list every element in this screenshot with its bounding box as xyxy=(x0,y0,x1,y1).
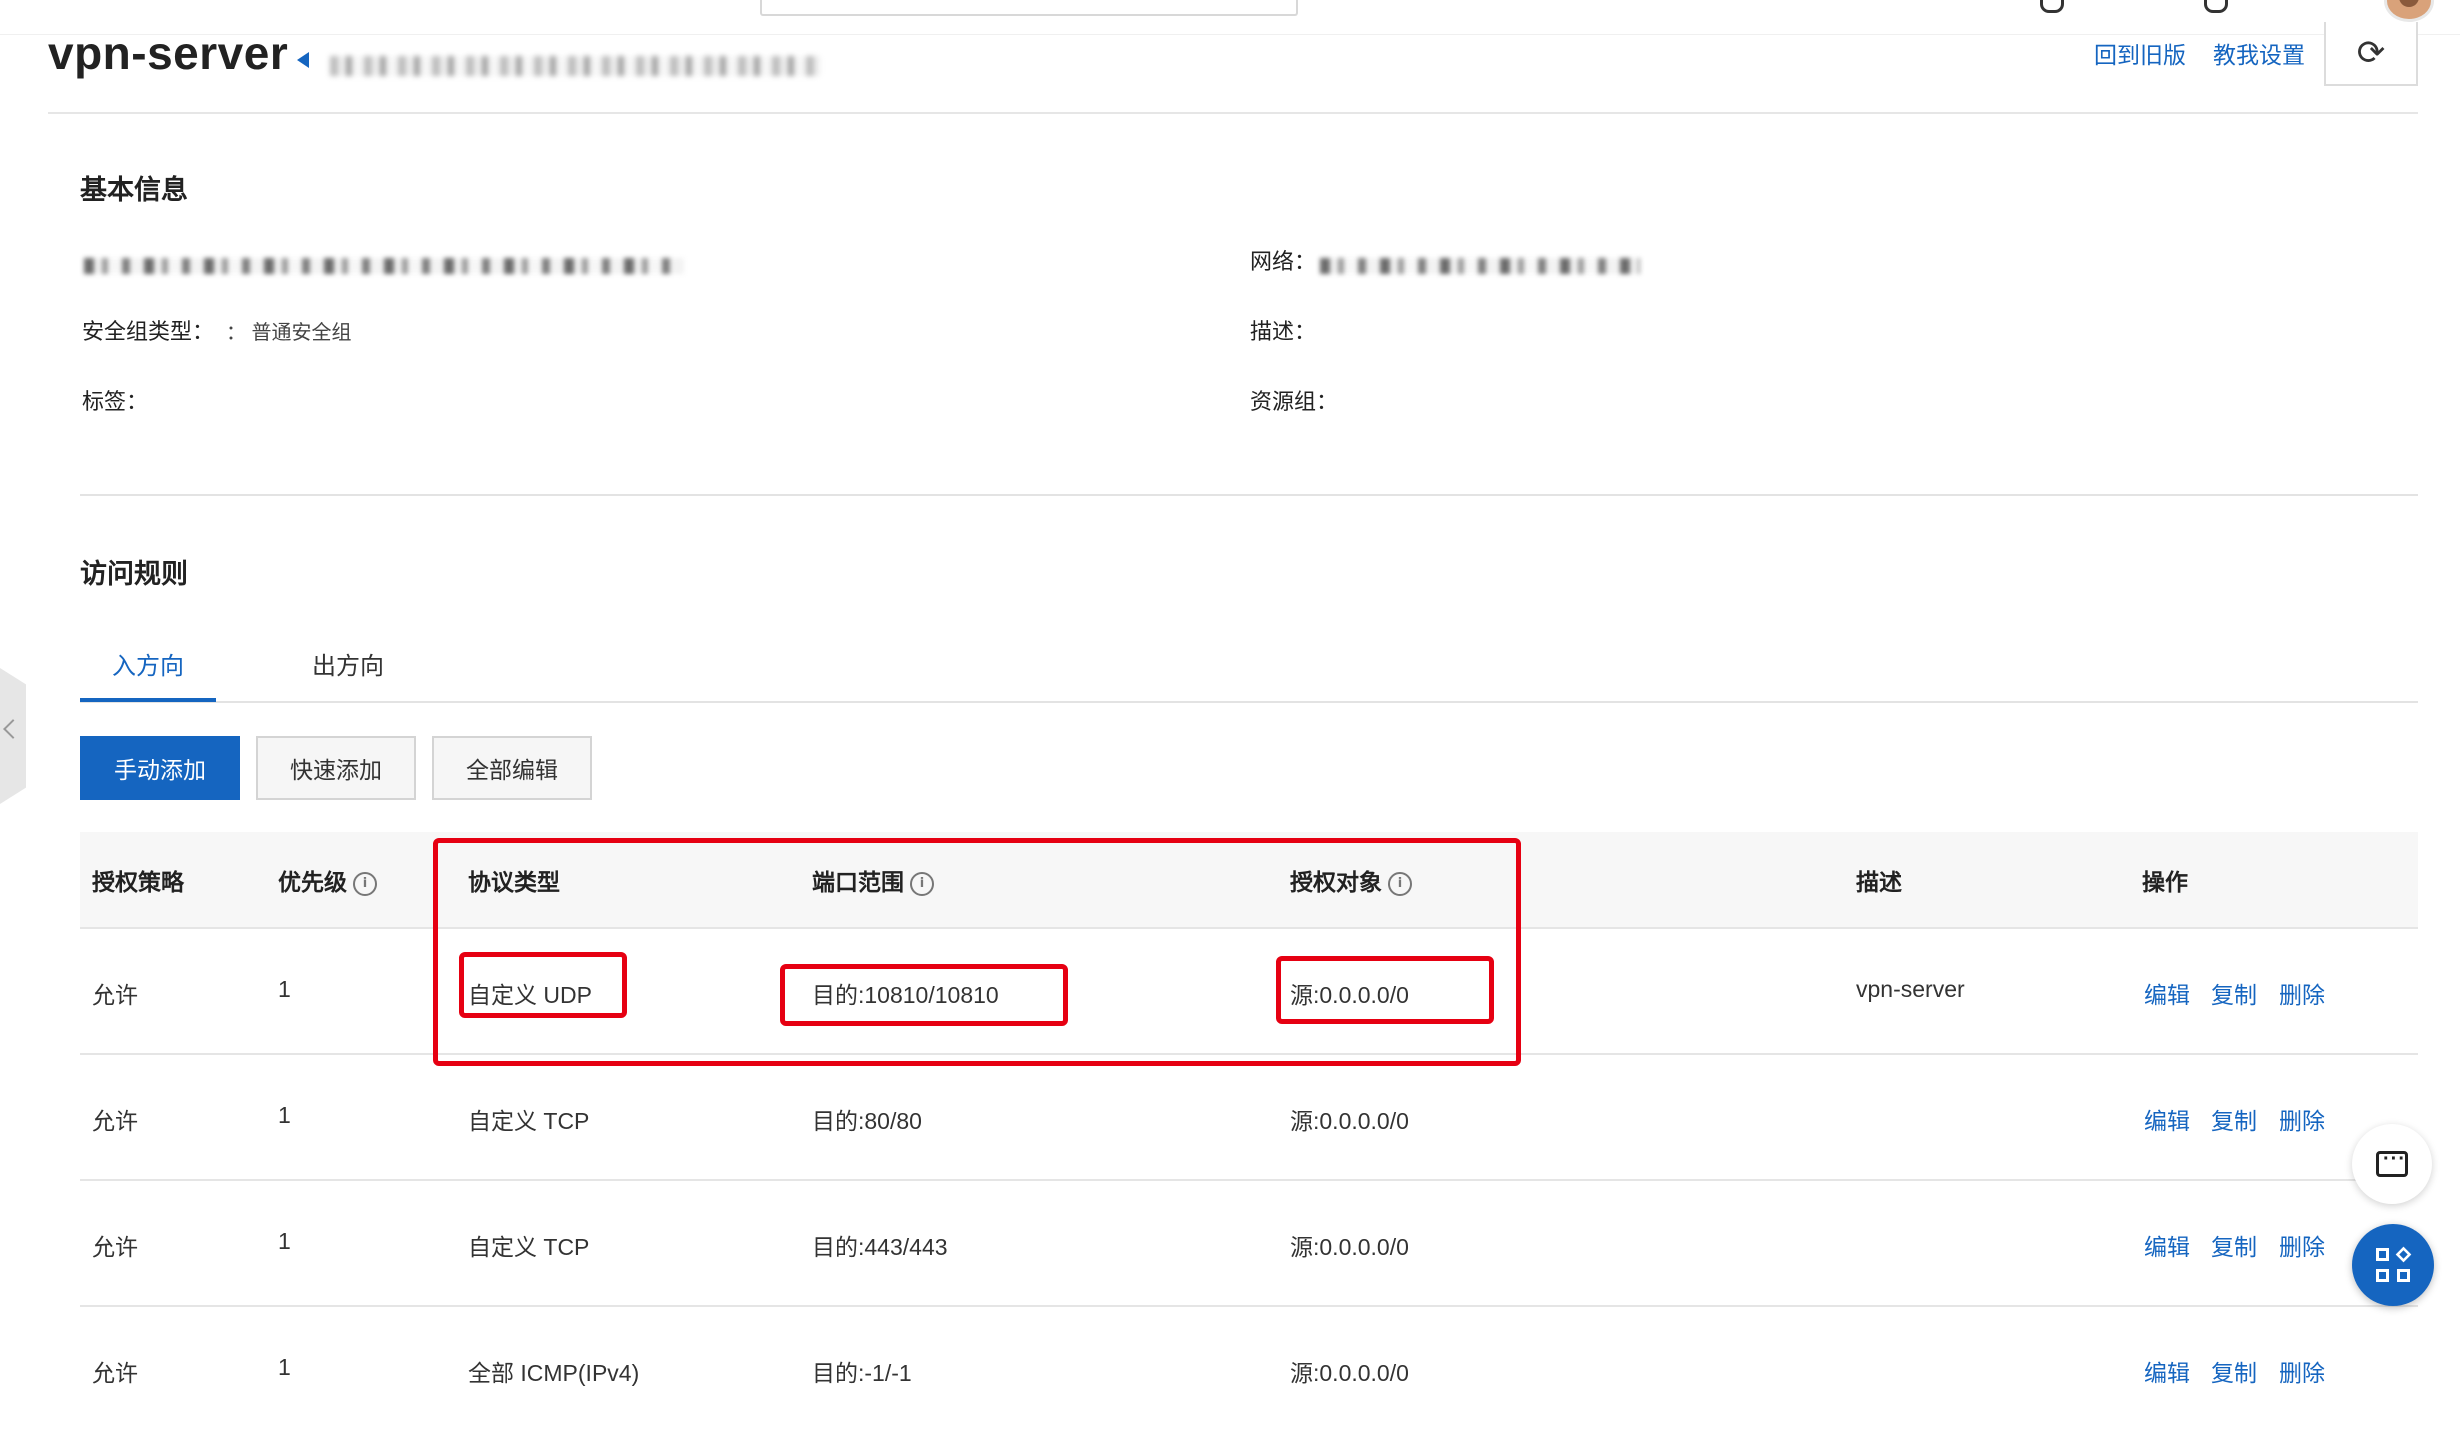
row-divider xyxy=(80,1179,2418,1181)
old-version-link[interactable]: 回到旧版 xyxy=(2094,36,2186,70)
tags-label: 标签： xyxy=(82,389,149,414)
col-policy: 授权策略 xyxy=(92,869,184,895)
copy-link[interactable]: 复制 xyxy=(2211,976,2257,1010)
col-priority: 优先级 i xyxy=(278,863,377,897)
edit-link[interactable]: 编辑 xyxy=(2144,1228,2190,1262)
tab-inbound[interactable]: 入方向 xyxy=(112,646,184,681)
cell-source: 源:0.0.0.0/0 xyxy=(1290,1360,1409,1386)
cell-policy: 允许 xyxy=(92,982,138,1008)
cell-protocol: 自定义 TCP xyxy=(468,1234,590,1260)
cell-priority: 1 xyxy=(278,976,291,1002)
resource-group-label: 资源组： xyxy=(1250,389,1339,414)
cell-description: vpn-server xyxy=(1856,976,1965,1002)
cell-port: 目的:443/443 xyxy=(812,1234,948,1260)
cell-port: 目的:80/80 xyxy=(812,1108,922,1134)
delete-link[interactable]: 删除 xyxy=(2279,1228,2325,1262)
manual-add-button[interactable]: 手动添加 xyxy=(80,736,240,800)
delete-link[interactable]: 删除 xyxy=(2279,976,2325,1010)
tab-outbound[interactable]: 出方向 xyxy=(312,646,384,681)
delete-link[interactable]: 删除 xyxy=(2279,1102,2325,1136)
back-arrow-icon[interactable] xyxy=(297,52,309,68)
redacted-network xyxy=(1320,258,1640,274)
cell-policy: 允许 xyxy=(92,1234,138,1260)
chat-button[interactable] xyxy=(2352,1124,2432,1204)
cell-priority: 1 xyxy=(278,1354,291,1380)
refresh-icon: ⟳ xyxy=(2356,34,2386,72)
refresh-button[interactable]: ⟳ xyxy=(2324,22,2418,86)
cell-priority: 1 xyxy=(278,1102,291,1128)
highlight-box-port xyxy=(780,964,1068,1026)
notification-icon[interactable] xyxy=(2204,0,2228,13)
basic-info-title: 基本信息 xyxy=(80,175,188,205)
apps-button[interactable] xyxy=(2352,1224,2434,1306)
priority-info-icon[interactable]: i xyxy=(353,871,377,896)
row-divider xyxy=(80,1305,2418,1307)
copy-link[interactable]: 复制 xyxy=(2211,1354,2257,1388)
copy-link[interactable]: 复制 xyxy=(2211,1102,2257,1136)
edit-link[interactable]: 编辑 xyxy=(2144,1354,2190,1388)
col-actions: 操作 xyxy=(2142,869,2188,895)
top-search-input[interactable] xyxy=(760,0,1298,16)
col-description: 描述 xyxy=(1856,869,1902,895)
description-label: 描述： xyxy=(1250,319,1317,344)
cell-policy: 允许 xyxy=(92,1108,138,1134)
cell-protocol: 自定义 TCP xyxy=(468,1108,590,1134)
redacted-instance-id xyxy=(330,56,820,76)
quick-add-button[interactable]: 快速添加 xyxy=(256,736,416,800)
sg-type-label: 安全组类型： xyxy=(82,319,215,344)
help-icon[interactable] xyxy=(2040,0,2064,13)
edit-link[interactable]: 编辑 xyxy=(2144,1102,2190,1136)
tutorial-link[interactable]: 教我设置 xyxy=(2213,36,2305,70)
chat-icon xyxy=(2376,1148,2408,1177)
section-divider xyxy=(80,494,2418,496)
edit-all-button[interactable]: 全部编辑 xyxy=(432,736,592,800)
cell-port: 目的:-1/-1 xyxy=(812,1360,912,1386)
apps-grid-icon xyxy=(2376,1246,2412,1282)
network-label: 网络： xyxy=(1250,249,1317,274)
redacted-field xyxy=(84,258,684,274)
highlight-box-protocol xyxy=(459,952,627,1018)
copy-link[interactable]: 复制 xyxy=(2211,1228,2257,1262)
cell-priority: 1 xyxy=(278,1228,291,1254)
access-rules-title: 访问规则 xyxy=(80,559,188,589)
sg-type-value: ： 普通安全组 xyxy=(226,322,352,344)
cell-source: 源:0.0.0.0/0 xyxy=(1290,1234,1409,1260)
highlight-box-source xyxy=(1276,956,1494,1024)
cell-source: 源:0.0.0.0/0 xyxy=(1290,1108,1409,1134)
edit-link[interactable]: 编辑 xyxy=(2144,976,2190,1010)
cell-policy: 允许 xyxy=(92,1360,138,1386)
tabs-divider xyxy=(80,701,2418,703)
page-title: vpn-server xyxy=(48,27,289,79)
header-divider xyxy=(48,112,2418,114)
delete-link[interactable]: 删除 xyxy=(2279,1354,2325,1388)
active-tab-indicator xyxy=(80,698,216,702)
cell-protocol: 全部 ICMP(IPv4) xyxy=(468,1360,640,1386)
